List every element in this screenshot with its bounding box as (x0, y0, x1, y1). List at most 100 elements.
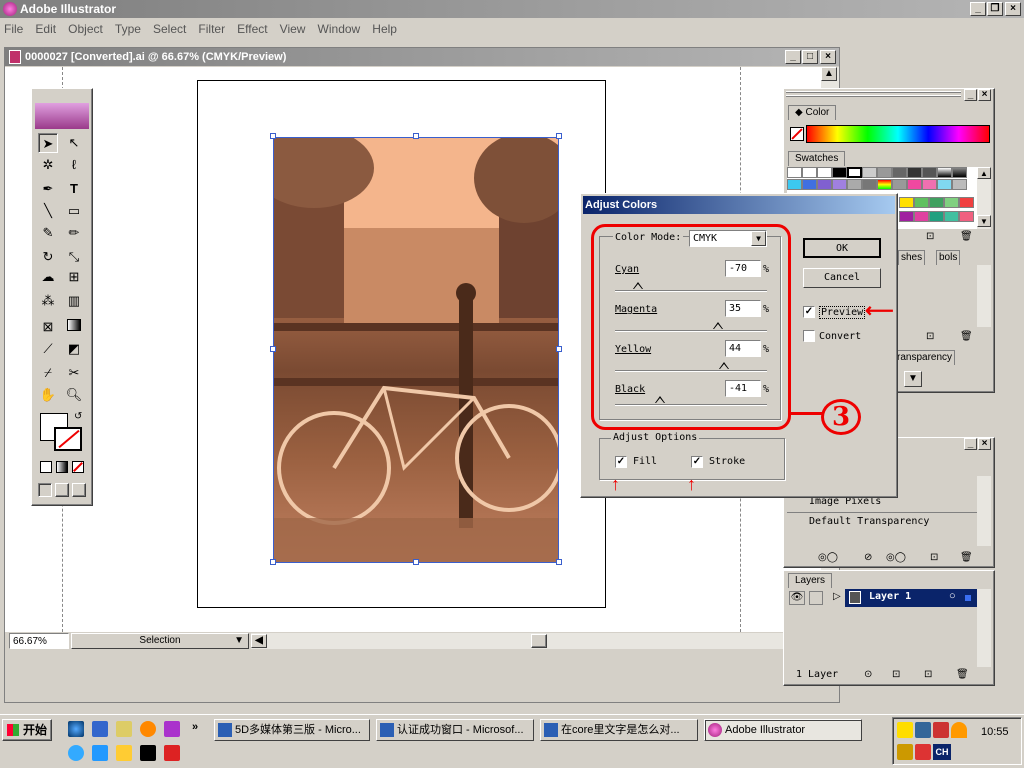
tray-icon-6[interactable] (915, 744, 931, 760)
swatch-gray8[interactable] (892, 179, 907, 190)
ime-indicator[interactable]: CH (933, 744, 951, 760)
type-tool-icon[interactable]: T (64, 179, 84, 199)
none-mode-button[interactable] (72, 461, 84, 473)
doc-minimize-button[interactable]: _ (785, 50, 801, 64)
brushes-tab[interactable]: shes (898, 250, 926, 265)
horizontal-scrollbar[interactable]: ◀ (251, 633, 821, 649)
fill-label[interactable]: Fill (633, 456, 657, 467)
convert-checkbox[interactable] (803, 330, 815, 342)
photo-image[interactable] (273, 137, 559, 563)
minimize-button[interactable]: _ (970, 2, 986, 16)
swatch-gray1[interactable] (862, 167, 877, 178)
ok-button[interactable]: OK (803, 238, 881, 258)
scissors-tool-icon[interactable]: ✂ (64, 363, 84, 383)
ie-icon[interactable] (68, 721, 84, 737)
swatches-scrollbar[interactable]: ▲ ▼ (977, 167, 991, 229)
line-tool-icon[interactable]: ╲ (38, 201, 58, 221)
zoom-field[interactable]: 66.67% (9, 633, 69, 649)
task-word-auth[interactable]: 认证成功窗口 - Microsof... (376, 719, 534, 741)
scroll-thumb[interactable] (531, 634, 547, 648)
stroke-color-swatch[interactable] (54, 427, 82, 451)
tray-icon-5[interactable] (897, 744, 913, 760)
scroll-left-arrow[interactable]: ◀ (251, 634, 267, 648)
link-item-default-transparency[interactable]: Default Transparency (809, 516, 929, 527)
menu-file[interactable]: File (4, 22, 23, 36)
color-none-swatch[interactable] (790, 127, 804, 141)
preview-checkbox[interactable]: ✓ (803, 306, 815, 318)
rotate-tool-icon[interactable]: ↻ (38, 247, 58, 267)
scale-tool-icon[interactable]: ⤡ (64, 247, 84, 267)
swatch-gradient2[interactable] (952, 167, 967, 178)
paintbrush-tool-icon[interactable]: ✎ (38, 223, 58, 243)
links-panel-minimize[interactable]: _ (964, 438, 977, 450)
menu-type[interactable]: Type (115, 22, 141, 36)
layer-expand-icon[interactable]: ▷ (833, 591, 841, 602)
swatch-teal[interactable] (929, 211, 944, 222)
layer-row-selected[interactable]: Layer 1 ○ (845, 589, 977, 607)
pen-tool-icon[interactable]: ✒ (38, 179, 58, 199)
swatch-white-selected[interactable] (847, 167, 862, 178)
color-tab[interactable]: ◆ Color (788, 105, 837, 120)
start-button[interactable]: 开始 (2, 719, 52, 741)
color-mode-button[interactable] (40, 461, 52, 473)
symbols-tab[interactable]: bols (936, 250, 961, 265)
scroll-up-arrow[interactable]: ▲ (821, 67, 837, 81)
selection-handle-tr[interactable] (556, 133, 562, 139)
convert-label[interactable]: Convert (819, 331, 861, 342)
task-word-5d[interactable]: 5D多媒体第三版 - Micro... (214, 719, 370, 741)
swatch-mint[interactable] (944, 211, 959, 222)
mesh-tool-icon[interactable]: ⊠ (38, 317, 58, 337)
umbrella-icon[interactable] (951, 722, 967, 738)
eyedropper-tool-icon[interactable]: ⟋ (38, 339, 58, 359)
cancel-button[interactable]: Cancel (803, 268, 881, 288)
task-word-core[interactable]: 在core里文字是怎么对... (540, 719, 698, 741)
screen-mode-standard-button[interactable] (38, 483, 52, 497)
blend-mode-dropdown[interactable]: ▼ (904, 371, 922, 387)
menu-select[interactable]: Select (153, 22, 186, 36)
selection-handle-bl[interactable] (270, 559, 276, 565)
symbol-sprayer-tool-icon[interactable]: ⁂ (38, 291, 58, 311)
menu-window[interactable]: Window (318, 22, 361, 36)
layers-scrollbar[interactable] (977, 589, 991, 667)
new-brush-icon[interactable]: ⊡ (926, 331, 934, 342)
delete-layer-icon[interactable]: 🗑︎ (956, 669, 969, 680)
stroke-checkbox[interactable]: ✓ (691, 456, 703, 468)
task-illustrator[interactable]: Adobe Illustrator (704, 719, 862, 741)
qq-icon[interactable] (140, 721, 156, 737)
app-icon-10[interactable] (164, 745, 180, 761)
layer-lock-toggle[interactable] (809, 591, 823, 605)
gradient-mode-button[interactable] (56, 461, 68, 473)
panel-close-button[interactable]: × (978, 89, 991, 101)
selection-handle-br[interactable] (556, 559, 562, 565)
fill-checkbox[interactable]: ✓ (615, 456, 627, 468)
menu-filter[interactable]: Filter (198, 22, 225, 36)
link-option-icon[interactable]: ◎◯ (818, 552, 838, 563)
selection-handle-bc[interactable] (413, 559, 419, 565)
outlook-icon[interactable] (92, 721, 108, 737)
swatch-pink2[interactable] (922, 179, 937, 190)
network-icon[interactable] (915, 722, 931, 738)
panel-minimize-button[interactable]: _ (964, 89, 977, 101)
make-clipping-mask-icon[interactable]: ⊙ (864, 669, 872, 680)
swatch-rose[interactable] (959, 211, 974, 222)
direct-selection-tool-icon[interactable]: ↖ (64, 133, 84, 153)
swatch-lilac[interactable] (832, 179, 847, 190)
swatch-red[interactable] (959, 197, 974, 208)
links-panel-close[interactable]: × (978, 438, 991, 450)
swatch-sky[interactable] (937, 179, 952, 190)
menu-effect[interactable]: Effect (237, 22, 267, 36)
doc-close-button[interactable]: × (820, 50, 836, 64)
layer-visibility-icon[interactable]: 👁︎ (789, 591, 805, 605)
lasso-tool-icon[interactable]: ℓ (64, 155, 84, 175)
swatch-blue[interactable] (802, 179, 817, 190)
pencil-tool-icon[interactable]: ✏ (64, 223, 84, 243)
rectangle-tool-icon[interactable]: ▭ (64, 201, 84, 221)
clock[interactable]: 10:55 (981, 726, 1009, 738)
swatch-gray9[interactable] (952, 179, 967, 190)
selection-handle-tl[interactable] (270, 133, 276, 139)
preview-label[interactable]: Preview (819, 306, 866, 319)
swatch-gray2[interactable] (877, 167, 892, 178)
swatch-gray6[interactable] (847, 179, 862, 190)
restore-button[interactable]: ❐ (987, 2, 1003, 16)
swatches-scroll-down[interactable]: ▼ (977, 215, 991, 227)
